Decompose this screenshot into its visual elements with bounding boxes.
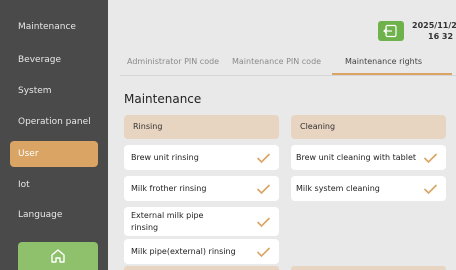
permission-item-milk-system-cleaning[interactable]: Milk system cleaning <box>291 176 446 201</box>
group-header-cleaning: Cleaning <box>291 115 446 139</box>
group-header-rinsing: Rinsing <box>124 115 279 139</box>
sidebar-item-beverage[interactable]: Beverage <box>10 47 98 73</box>
sidebar-item-maintenance[interactable]: Maintenance <box>10 14 98 40</box>
permission-item-label: Milk frother rinsing <box>131 184 207 193</box>
permission-item-milk-frother-rinsing[interactable]: Milk frother rinsing <box>124 176 279 201</box>
date-display: 2025/11/28 <box>412 21 456 30</box>
tab-administrator-pin-code[interactable]: Administrator PIN code <box>127 57 219 71</box>
home-icon <box>51 249 65 263</box>
check-icon[interactable] <box>256 152 271 164</box>
permission-item-label: Brew unit cleaning with tablet <box>296 153 416 162</box>
sidebar-item-system[interactable]: System <box>10 78 98 104</box>
permission-item-label: Brew unit rinsing <box>131 153 199 162</box>
exit-button[interactable] <box>378 21 404 41</box>
permission-item-label: Milk system cleaning <box>296 184 380 193</box>
permission-item-brew-unit-cleaning-with-tablet[interactable]: Brew unit cleaning with tablet <box>291 145 446 170</box>
tab-divider <box>120 75 456 76</box>
sidebar-item-language[interactable]: Language <box>10 202 98 228</box>
sidebar-item-operation-panel[interactable]: Operation panel <box>10 109 98 135</box>
check-icon[interactable] <box>256 246 271 258</box>
exit-icon <box>383 24 397 38</box>
sidebar-item-user[interactable]: User <box>10 141 98 167</box>
next-group-header-edge <box>124 266 279 270</box>
permission-item-label: External milk pipe rinsing <box>131 210 204 232</box>
next-group-header-edge <box>291 266 446 270</box>
main-panel: 2025/11/28 16 32 Administrator PIN code … <box>108 0 456 270</box>
check-icon[interactable] <box>423 152 438 164</box>
check-icon[interactable] <box>423 183 438 195</box>
active-tab-indicator <box>332 73 452 75</box>
home-button[interactable] <box>18 242 98 270</box>
tab-maintenance-pin-code[interactable]: Maintenance PIN code <box>232 57 321 71</box>
check-icon[interactable] <box>256 216 271 228</box>
check-icon[interactable] <box>256 183 271 195</box>
tab-maintenance-rights[interactable]: Maintenance rights <box>345 57 422 71</box>
permission-item-milk-pipe-external-rinsing[interactable]: Milk pipe(external) rinsing <box>124 239 279 264</box>
permission-item-label: Milk pipe(external) rinsing <box>131 247 236 256</box>
permission-item-brew-unit-rinsing[interactable]: Brew unit rinsing <box>124 145 279 170</box>
time-display: 16 32 <box>428 32 454 41</box>
sidebar-item-iot[interactable]: Iot <box>10 172 98 198</box>
sidebar: Maintenance Beverage System Operation pa… <box>0 0 108 270</box>
permission-item-external-milk-pipe-rinsing[interactable]: External milk pipe rinsing <box>124 207 279 236</box>
section-title: Maintenance <box>124 92 202 106</box>
